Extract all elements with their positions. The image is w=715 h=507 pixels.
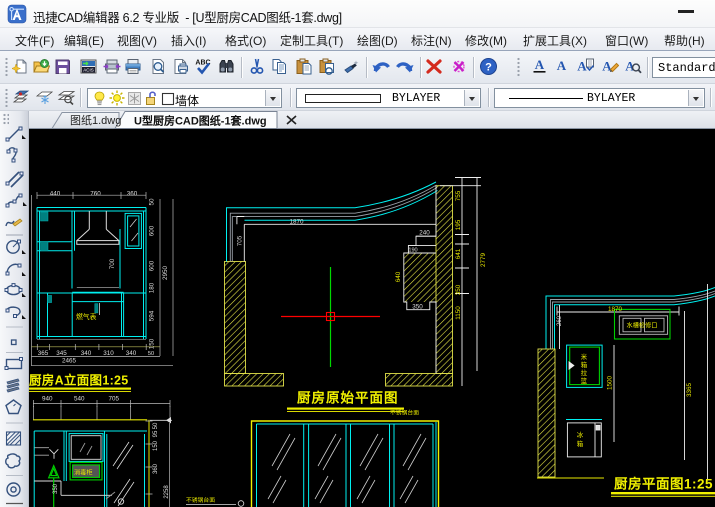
svg-text:不锈钢台面: 不锈钢台面 [186, 496, 215, 504]
svg-text:3365: 3365 [686, 383, 693, 398]
svg-text:150: 150 [149, 338, 156, 349]
svg-text:360: 360 [127, 191, 138, 198]
svg-text:540: 540 [74, 396, 85, 403]
svg-text:图纸1.dwg: 图纸1.dwg [70, 114, 121, 127]
svg-text:641: 641 [455, 248, 462, 259]
svg-text:箱: 箱 [577, 439, 584, 448]
svg-text:ACIS: ACIS [83, 68, 94, 73]
svg-text:350: 350 [412, 304, 423, 311]
svg-text:2950: 2950 [162, 266, 169, 281]
svg-text:箱: 箱 [581, 360, 588, 369]
svg-text:365: 365 [38, 350, 49, 357]
svg-text:640: 640 [395, 271, 402, 282]
svg-text:755: 755 [455, 190, 462, 201]
svg-text:水槽检修口: 水槽检修口 [627, 322, 658, 330]
svg-text:A: A [557, 58, 567, 73]
svg-text:195: 195 [455, 219, 462, 230]
svg-text:260: 260 [557, 315, 563, 326]
svg-text:拉: 拉 [581, 368, 588, 377]
svg-text:350: 350 [53, 483, 59, 494]
svg-text:240: 240 [419, 230, 430, 237]
svg-text:?: ? [485, 62, 492, 74]
svg-text:1150: 1150 [455, 306, 462, 320]
svg-text:705: 705 [237, 235, 244, 246]
svg-text:310: 310 [103, 350, 114, 357]
svg-text:1870: 1870 [608, 306, 623, 313]
svg-text:2779: 2779 [480, 253, 487, 268]
svg-text:米: 米 [581, 352, 588, 361]
svg-text:2465: 2465 [62, 358, 77, 365]
svg-text:760: 760 [90, 191, 101, 198]
svg-text:不锈钢台面: 不锈钢台面 [390, 409, 419, 417]
svg-text:50: 50 [153, 422, 159, 429]
svg-text:厨房平面图1:25: 厨房平面图1:25 [614, 476, 713, 492]
svg-text:350: 350 [455, 284, 462, 295]
svg-text:594: 594 [149, 310, 156, 321]
svg-text:700: 700 [109, 258, 116, 269]
svg-text:厨房A立面图1:25: 厨房A立面图1:25 [29, 373, 129, 388]
svg-text:95: 95 [153, 430, 159, 437]
svg-text:A: A [625, 59, 635, 74]
svg-text:340: 340 [126, 350, 137, 357]
svg-text:360: 360 [153, 463, 159, 474]
svg-text:705: 705 [109, 396, 120, 403]
svg-text:篮: 篮 [581, 376, 588, 385]
svg-text:600: 600 [149, 260, 156, 271]
svg-text:150: 150 [153, 440, 159, 451]
svg-text:燃气表: 燃气表 [76, 312, 97, 321]
svg-text:50: 50 [148, 351, 154, 357]
svg-text:50: 50 [149, 198, 156, 206]
svg-text:180: 180 [149, 282, 156, 293]
svg-text:600: 600 [149, 225, 156, 236]
svg-text:345: 345 [56, 350, 67, 357]
svg-text:A: A [535, 57, 545, 72]
svg-text:厨房原始平面图: 厨房原始平面图 [297, 390, 399, 406]
svg-text:1500: 1500 [607, 376, 614, 391]
svg-text:1870: 1870 [289, 219, 304, 226]
svg-text:940: 940 [42, 396, 53, 403]
svg-text:2258: 2258 [164, 485, 170, 499]
svg-text:U型厨房CAD图纸-1套.dwg: U型厨房CAD图纸-1套.dwg [134, 114, 267, 128]
svg-text:消毒柜: 消毒柜 [74, 469, 93, 477]
svg-text:A: A [577, 59, 587, 74]
svg-text:冰: 冰 [577, 430, 584, 439]
svg-text:440: 440 [50, 191, 61, 198]
svg-text:190: 190 [408, 248, 417, 254]
svg-text:340: 340 [81, 350, 92, 357]
